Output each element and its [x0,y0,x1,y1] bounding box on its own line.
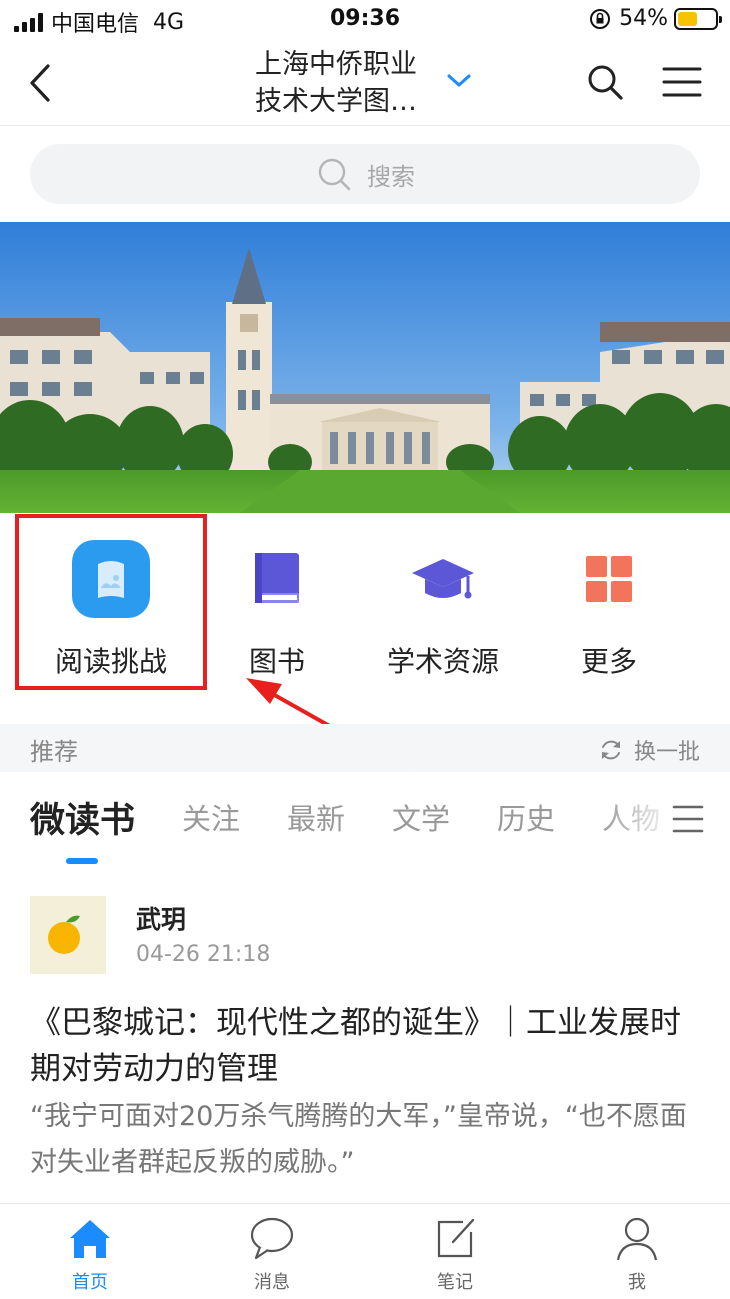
avatar[interactable] [30,896,106,974]
bottom-tab-bar: 首页 消息 笔记 我 [0,1203,730,1299]
message-icon [250,1217,294,1260]
search-placeholder: 搜索 [367,162,415,191]
search-input[interactable]: 搜索 [30,144,700,204]
refresh-button[interactable]: 换一批 [598,734,700,766]
status-bar: 中国电信 4G 09:36 54% [0,0,730,40]
tabbar-label: 消息 [254,1272,290,1293]
quick-link-more[interactable]: 更多 [518,514,700,724]
campus-banner[interactable] [0,222,730,513]
post-author[interactable]: 武玥 [136,900,186,936]
category-tabs: 微读书 关注 最新 文学 历史 人物 [0,772,730,872]
search-icon [318,158,351,191]
campus-banner-image [0,222,730,513]
tabbar-messages[interactable]: 消息 [212,1214,332,1298]
active-tab-indicator [66,858,98,864]
tab-history[interactable]: 历史 [497,796,555,838]
note-icon [437,1218,475,1258]
quick-link-academic[interactable]: 学术资源 [352,514,534,724]
chevron-down-icon[interactable] [444,68,474,92]
tab-follow[interactable]: 关注 [182,796,240,838]
refresh-icon [601,740,620,760]
user-icon [616,1217,658,1261]
page-title-line2: 技术大学图… [255,86,417,117]
battery-percent: 54% [619,6,668,31]
graduation-cap-icon [404,540,482,618]
refresh-label: 换一批 [633,740,700,765]
post-time: 04-26 21:18 [136,942,271,967]
quick-link-label: 图书 [248,645,305,678]
tabbar-notes[interactable]: 笔记 [395,1214,515,1298]
hamburger-menu-icon[interactable] [662,65,702,99]
tab-latest[interactable]: 最新 [287,796,345,838]
chevron-left-icon[interactable] [22,60,62,106]
tab-menu-icon[interactable] [672,802,704,836]
tabbar-label: 首页 [72,1272,108,1293]
tabbar-label: 笔记 [437,1272,473,1293]
home-icon [70,1220,110,1258]
status-right: 54% [589,6,722,31]
rotation-lock-icon [590,8,611,29]
battery-icon [674,7,722,30]
book-icon [238,540,316,618]
orange-avatar-image [30,896,106,974]
tab-literature[interactable]: 文学 [392,796,450,838]
post-title[interactable]: 《巴黎城记：现代性之都的诞生》｜工业发展时期对劳动力的管理 [30,1000,710,1092]
tab-weidushu[interactable]: 微读书 [30,792,135,843]
tabbar-home[interactable]: 首页 [30,1214,150,1298]
recommend-header: 推荐 换一批 [0,724,730,772]
section-title: 推荐 [30,738,78,766]
page-title-line1: 上海中侨职业 [255,49,417,80]
battery-fill [678,11,698,26]
tabbar-label: 我 [628,1272,646,1293]
quick-link-label: 学术资源 [386,645,499,678]
highlight-annotation-box [15,514,207,690]
page-title[interactable]: 上海中侨职业 技术大学图… [255,46,445,120]
tabbar-me[interactable]: 我 [577,1214,697,1298]
quick-link-books[interactable]: 图书 [186,514,368,724]
grid-icon [570,540,648,618]
search-icon[interactable] [585,62,625,102]
quick-link-label: 更多 [580,645,637,678]
nav-bar: 上海中侨职业 技术大学图… [0,40,730,126]
post-card[interactable]: 武玥 04-26 21:18 《巴黎城记：现代性之都的诞生》｜工业发展时期对劳动… [0,880,730,1200]
post-excerpt: “我宁可面对20万杀气腾腾的大军，”皇帝说，“也不愿面对失业者群起反叛的威胁。” [30,1101,687,1178]
